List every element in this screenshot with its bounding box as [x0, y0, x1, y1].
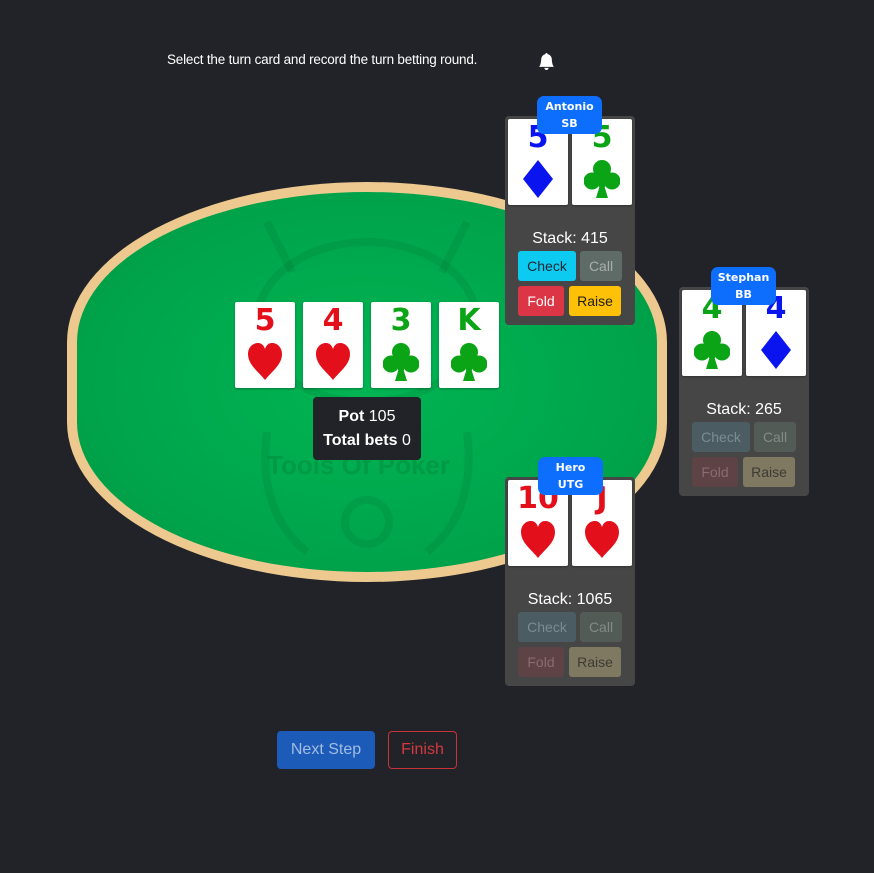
club-suit-icon	[694, 331, 730, 369]
diamond-suit-icon	[761, 331, 791, 369]
diamond-suit-icon	[523, 160, 553, 198]
total-bets-label: Total bets	[323, 432, 398, 449]
raise-button[interactable]: Raise	[569, 286, 621, 316]
board-card-3[interactable]: 3	[371, 302, 431, 388]
call-button[interactable]: Call	[580, 612, 622, 642]
next-step-button[interactable]: Next Step	[277, 731, 375, 769]
pot-label: Pot	[338, 408, 365, 425]
club-suit-icon	[383, 343, 419, 381]
fold-button[interactable]: Fold	[518, 286, 564, 316]
player-position: BB	[735, 288, 752, 301]
player-panel-antonio: 5 5 Stack: 415 Check Call Fold Raise	[505, 116, 635, 325]
player-stack: Stack: 415	[532, 230, 608, 247]
player-name: Hero	[555, 461, 586, 474]
finish-button[interactable]: Finish	[388, 731, 457, 769]
call-button[interactable]: Call	[580, 251, 622, 281]
instruction-text: Select the turn card and record the turn…	[167, 52, 478, 67]
club-suit-icon	[451, 343, 487, 381]
total-bets-value: 0	[401, 432, 411, 449]
fold-button[interactable]: Fold	[518, 647, 564, 677]
board-card-1[interactable]: 5	[235, 302, 295, 388]
player-stack: Stack: 265	[706, 401, 782, 418]
player-stack: Stack: 1065	[527, 591, 613, 608]
heart-suit-icon	[316, 343, 350, 380]
pot-info: Pot 105 Total bets 0	[313, 397, 421, 460]
player-panel-stephan: 4 4 Stack: 265 Check Call Fold Raise	[679, 287, 809, 496]
board-card-4[interactable]: K	[439, 302, 499, 388]
raise-button[interactable]: Raise	[743, 457, 795, 487]
card-rank: 3	[390, 303, 412, 338]
player-badge-antonio: Antonio SB	[537, 96, 602, 134]
raise-button[interactable]: Raise	[569, 647, 621, 677]
club-suit-icon	[584, 160, 620, 198]
check-button[interactable]: Check	[692, 422, 750, 452]
card-rank: 5	[254, 303, 276, 338]
heart-suit-icon	[585, 521, 619, 558]
player-position: UTG	[557, 478, 584, 491]
card-rank: 4	[322, 303, 344, 338]
pot-value: 105	[368, 408, 396, 425]
board-card-2[interactable]: 4	[303, 302, 363, 388]
player-panel-hero: 10 J Stack: 1065 Check Call Fold Raise	[505, 477, 635, 686]
player-name: Antonio	[545, 100, 594, 113]
fold-button[interactable]: Fold	[692, 457, 738, 487]
call-button[interactable]: Call	[754, 422, 796, 452]
bell-icon[interactable]	[538, 53, 555, 70]
player-badge-hero: Hero UTG	[538, 457, 603, 495]
heart-suit-icon	[248, 343, 282, 380]
card-rank: K	[457, 303, 481, 338]
check-button[interactable]: Check	[518, 251, 576, 281]
heart-suit-icon	[521, 521, 555, 558]
player-name: Stephan	[717, 271, 770, 284]
player-badge-stephan: Stephan BB	[711, 267, 776, 305]
check-button[interactable]: Check	[518, 612, 576, 642]
player-position: SB	[561, 117, 578, 130]
